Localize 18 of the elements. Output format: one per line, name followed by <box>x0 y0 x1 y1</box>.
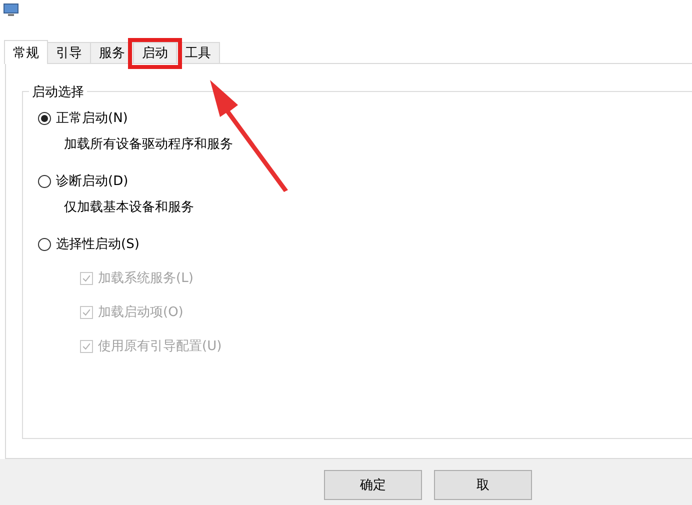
tab[interactable]: 引导 <box>47 42 91 63</box>
group-title: 启动选择 <box>29 83 87 101</box>
option-description: 加载所有设备驱动程序和服务 <box>64 136 233 153</box>
option-label: 选择性启动(S) <box>56 236 140 253</box>
option-label: 使用原有引导配置(U) <box>98 338 222 355</box>
dialog-button[interactable]: 确定 <box>324 470 422 500</box>
option-description: 仅加载基本设备和服务 <box>64 199 194 216</box>
option-label: 正常启动(N) <box>56 110 128 127</box>
tab[interactable]: 常规 <box>4 40 48 64</box>
radio-button[interactable] <box>38 238 51 250</box>
option-label: 诊断启动(D) <box>56 173 128 190</box>
tab[interactable]: 启动 <box>133 42 177 63</box>
option-label: 加载系统服务(L) <box>98 270 194 287</box>
radio-button[interactable] <box>38 174 51 188</box>
dialog-button[interactable]: 取 <box>434 470 532 500</box>
option-label: 加载启动项(O) <box>98 304 184 321</box>
radio-button[interactable] <box>38 112 51 124</box>
app-icon <box>3 3 19 17</box>
